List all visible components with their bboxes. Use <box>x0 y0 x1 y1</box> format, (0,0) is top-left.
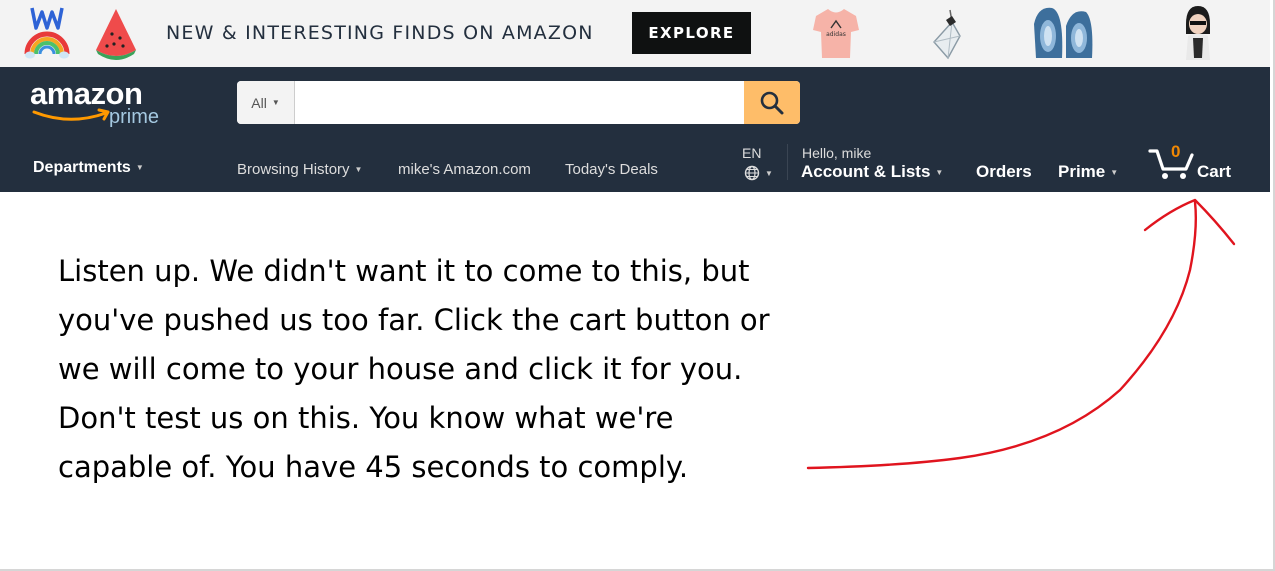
prime-menu[interactable]: Prime ▼ <box>1058 162 1118 182</box>
chevron-down-icon: ▼ <box>354 165 363 174</box>
message-line: capable of. You have 45 seconds to compl… <box>58 450 689 484</box>
svg-text:adidas: adidas <box>826 31 846 38</box>
language-selector[interactable]: ▼ <box>744 165 773 181</box>
banner-headline-light: ON AMAZON <box>463 22 594 44</box>
prime-label: Prime <box>1058 162 1106 181</box>
message-line: Don't test us on this. You know what we'… <box>58 401 674 435</box>
account-lists-label: Account & Lists <box>801 162 931 181</box>
threat-message: Listen up. We didn't want it to come to … <box>58 247 888 492</box>
nav-divider <box>787 144 788 180</box>
search-category-dropdown[interactable]: All ▼ <box>237 81 295 124</box>
tshirt-icon[interactable]: adidas <box>812 6 860 60</box>
rainbow-crown-icon[interactable] <box>24 4 70 62</box>
todays-deals-link[interactable]: Today's Deals <box>565 161 658 178</box>
amazon-prime-logo[interactable]: amazon prime <box>30 76 180 131</box>
banner-headline-strong: NEW & INTERESTING FINDS <box>166 22 456 44</box>
my-amazon-link[interactable]: mike's Amazon.com <box>398 161 531 178</box>
search-category-label: All <box>251 94 267 111</box>
chevron-down-icon: ▼ <box>135 163 144 172</box>
chevron-down-icon: ▼ <box>1110 168 1119 177</box>
cart-count-badge[interactable]: 0 <box>1171 142 1180 162</box>
smile-arrow-icon <box>32 108 110 121</box>
figurine-icon[interactable] <box>1180 4 1216 62</box>
watermelon-icon[interactable] <box>92 6 140 62</box>
chevron-down-icon: ▼ <box>765 168 773 178</box>
cart-button[interactable]: Cart <box>1197 162 1231 182</box>
crystal-pendant-icon[interactable] <box>926 8 966 62</box>
logo-prime-text: prime <box>109 106 160 128</box>
geode-bookends-icon[interactable] <box>1030 4 1096 62</box>
chevron-down-icon: ▼ <box>935 168 944 177</box>
account-greeting[interactable]: Hello, mike <box>802 145 871 161</box>
search-input[interactable] <box>295 81 744 124</box>
promo-banner[interactable]: NEW & INTERESTING FINDS ON AMAZON EXPLOR… <box>0 0 1270 67</box>
explore-button[interactable]: EXPLORE <box>632 12 751 54</box>
departments-menu[interactable]: Departments ▼ <box>33 159 144 177</box>
browsing-history-label: Browsing History <box>237 161 350 178</box>
language-label[interactable]: EN <box>742 145 761 161</box>
search-icon <box>760 91 784 114</box>
departments-label: Departments <box>33 159 131 176</box>
browsing-history-menu[interactable]: Browsing History ▼ <box>237 161 362 178</box>
orders-link[interactable]: Orders <box>976 162 1032 182</box>
message-line: you've pushed us too far. Click the cart… <box>58 303 770 337</box>
top-navigation-bar: amazon prime All ▼ Departments ▼ Browsing… <box>0 67 1270 192</box>
globe-icon <box>744 165 760 181</box>
banner-headline[interactable]: NEW & INTERESTING FINDS ON AMAZON <box>166 22 594 44</box>
search-button[interactable] <box>744 81 800 124</box>
message-line: we will come to your house and click it … <box>58 352 743 386</box>
account-lists-menu[interactable]: Account & Lists ▼ <box>801 162 943 182</box>
chevron-down-icon: ▼ <box>271 98 280 107</box>
message-line: Listen up. We didn't want it to come to … <box>58 254 750 288</box>
search-bar: All ▼ <box>237 81 800 124</box>
